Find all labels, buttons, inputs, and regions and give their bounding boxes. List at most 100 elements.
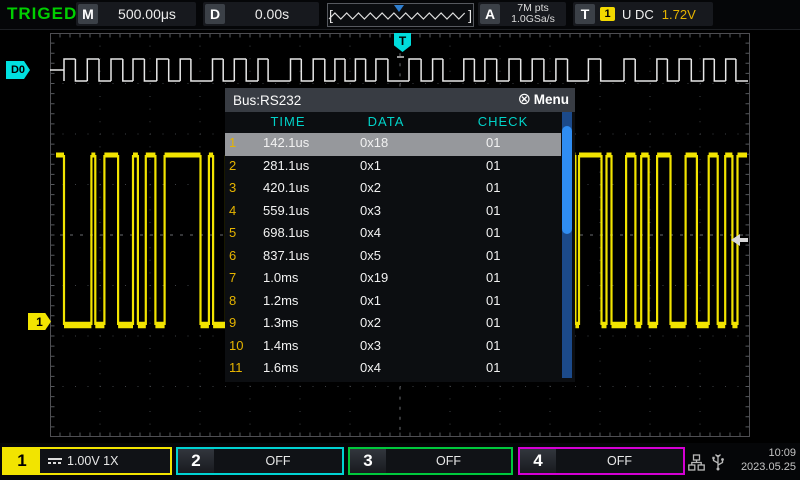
trigger-position-icon[interactable]: T <box>394 33 411 52</box>
channel-2-setting: OFF <box>266 454 291 468</box>
usb-icon <box>711 453 725 471</box>
trigger-source-channel: 1 <box>600 7 615 21</box>
channel-2-label: OFF <box>214 449 342 473</box>
cell-time: 420.1us <box>263 180 309 195</box>
channel-4-box[interactable]: 4OFF <box>518 447 685 475</box>
cell-data: 0x3 <box>360 338 381 353</box>
bus-table-row[interactable]: 81.2ms0x101 <box>225 291 561 314</box>
table-column-headers: TIME DATA CHECK <box>225 112 575 133</box>
bus-table-row[interactable]: 7 1.0ms 0x19 01 <box>225 268 561 291</box>
bus-table-row[interactable]: 2281.1us0x101 <box>225 156 561 179</box>
preview-right-bracket: ] <box>468 7 472 23</box>
row-number: 5 <box>229 225 236 240</box>
row-number: 10 <box>229 338 243 353</box>
time-display: 10:09 <box>768 447 796 459</box>
bus-table-row[interactable]: 1142.1us0x1801 <box>225 133 561 156</box>
row-number: 7 <box>229 270 236 285</box>
dialog-header[interactable]: Bus:RS232 ⊗ Menu <box>225 88 575 112</box>
column-header-data: DATA <box>351 114 421 129</box>
timebase-control[interactable]: M 500.00μs <box>76 2 196 26</box>
bus-table-row[interactable]: 111.6ms0x401 <box>225 358 561 381</box>
channel1-ground-marker[interactable]: 1 <box>28 313 51 330</box>
channel-4-label: OFF <box>556 449 683 473</box>
cell-check: 01 <box>486 158 500 173</box>
channel-1-number: 1 <box>4 449 40 473</box>
channel-3-label: OFF <box>386 449 511 473</box>
acquisition-info: 7M pts 1.0GSa/s <box>500 3 566 25</box>
cell-time: 837.1us <box>263 248 309 263</box>
bus-table-row[interactable]: 5698.1us0x401 <box>225 223 561 246</box>
row-number: 3 <box>229 180 236 195</box>
cell-data: 0x19 <box>360 270 388 285</box>
timebase-value: 500.00μs <box>98 6 196 22</box>
bus-decode-dialog: Bus:RS232 ⊗ Menu TIME DATA CHECK 1 142.1us 0… <box>225 88 575 382</box>
scrollbar-thumb[interactable] <box>562 126 572 234</box>
row-number: 2 <box>229 158 236 173</box>
dc-coupling-icon <box>48 458 62 464</box>
trigger-level-arrow[interactable] <box>731 233 749 247</box>
cell-check: 01 <box>486 315 500 330</box>
cell-check: 01 <box>486 293 500 308</box>
preview-trigger-position-icon[interactable] <box>394 5 404 12</box>
bus-table-row[interactable]: 3 420.1us 0x2 01 <box>225 178 561 201</box>
cell-time: 142.1us <box>263 135 309 150</box>
timebase-badge: M <box>78 4 98 24</box>
scrollbar-track[interactable] <box>562 112 572 378</box>
cell-time: 559.1us <box>263 203 309 218</box>
cell-time: 1.3ms <box>263 315 298 330</box>
cell-data: 0x3 <box>360 203 381 218</box>
column-header-check: CHECK <box>468 114 538 129</box>
cell-data: 0x5 <box>360 248 381 263</box>
channel-1-box[interactable]: 1 1.00V 1X <box>2 447 172 475</box>
cell-check: 01 <box>486 360 500 375</box>
cell-data: 0x4 <box>360 225 381 240</box>
cell-data: 0x1 <box>360 293 381 308</box>
channel-3-setting: OFF <box>436 454 461 468</box>
trigger-coupling: U DC <box>622 7 654 22</box>
dialog-title: Bus:RS232 <box>233 93 301 108</box>
channel-3-number: 3 <box>350 449 386 473</box>
acquisition-control[interactable]: A 7M pts 1.0GSa/s <box>478 2 566 26</box>
delay-control[interactable]: D 0.00s <box>203 2 319 26</box>
channel-2-box[interactable]: 2OFF <box>176 447 344 475</box>
system-status-icons <box>688 452 730 472</box>
row-number: 1 <box>229 135 236 150</box>
close-icon[interactable]: ⊗ <box>518 91 531 109</box>
channel-1-label: 1.00V 1X <box>40 449 170 473</box>
bus-table-row[interactable]: 4559.1us0x301 <box>225 201 561 224</box>
delay-value: 0.00s <box>225 6 319 22</box>
channel-1-setting: 1.00V 1X <box>67 454 118 468</box>
trigger-position-tick <box>397 56 404 58</box>
delay-badge: D <box>205 4 225 24</box>
trigger-badge: T <box>575 4 595 24</box>
waveform-preview-strip[interactable]: [ ] <box>327 3 474 27</box>
cell-data: 0x2 <box>360 180 381 195</box>
trigger-status: TRIGED <box>7 4 77 24</box>
bus-event-table: 1142.1us0x18012281.1us0x1013420.1us0x201… <box>225 133 561 381</box>
cell-time: 1.0ms <box>263 270 298 285</box>
cell-data: 0x18 <box>360 135 388 150</box>
clock: 10:09 2023.05.25 <box>741 446 796 474</box>
bus-table-row[interactable]: 101.4ms0x301 <box>225 336 561 359</box>
cell-data: 0x4 <box>360 360 381 375</box>
lan-icon <box>688 454 705 471</box>
trigger-position-marker[interactable]: T <box>394 33 411 53</box>
cell-check: 01 <box>486 248 500 263</box>
bus-table-row[interactable]: 91.3ms0x201 <box>225 313 561 336</box>
bus-table-row[interactable]: 6 837.1us 0x5 01 <box>225 246 561 269</box>
cell-time: 1.4ms <box>263 338 298 353</box>
digital-channel-d0-marker[interactable]: D0 <box>6 61 30 79</box>
sample-rate: 1.0GSa/s <box>511 13 555 25</box>
trigger-control[interactable]: T 1 U DC 1.72V <box>573 2 713 26</box>
cell-check: 01 <box>486 270 500 285</box>
cell-check: 01 <box>486 225 500 240</box>
menu-button[interactable]: Menu <box>534 92 569 107</box>
row-number: 6 <box>229 248 236 263</box>
cell-check: 01 <box>486 180 500 195</box>
cell-data: 0x2 <box>360 315 381 330</box>
acquire-badge: A <box>480 4 500 24</box>
channel-3-box[interactable]: 3 OFF <box>348 447 513 475</box>
row-number: 4 <box>229 203 236 218</box>
cell-time: 1.6ms <box>263 360 298 375</box>
column-header-time: TIME <box>253 114 323 129</box>
